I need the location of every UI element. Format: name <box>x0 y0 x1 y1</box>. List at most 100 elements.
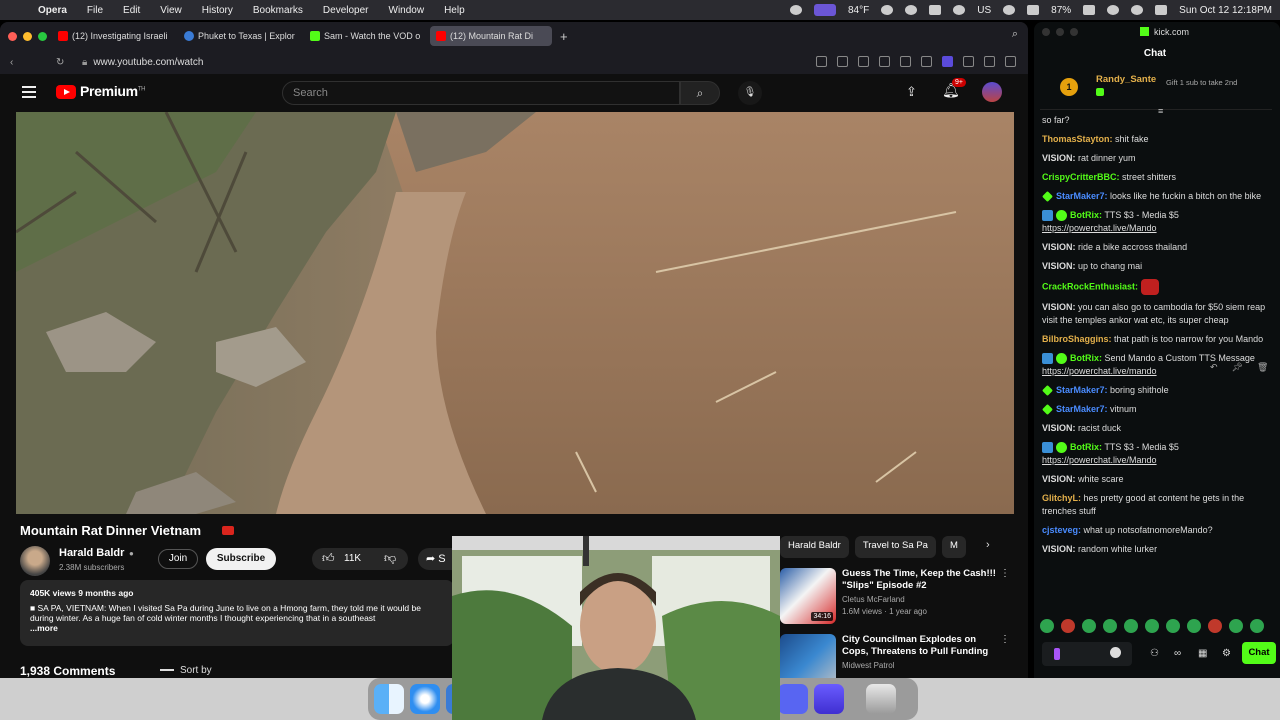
chip-channel[interactable]: Harald Baldr <box>780 536 849 558</box>
emote-icon[interactable] <box>1124 619 1138 633</box>
send-icon[interactable] <box>879 56 890 67</box>
chat-message[interactable]: VISION: random white lurker <box>1042 543 1272 556</box>
chat-message[interactable]: GlitchyL: hes pretty good at content he … <box>1042 492 1272 518</box>
mail-icon[interactable] <box>814 684 844 714</box>
chat-username[interactable]: BotRix: <box>1070 442 1102 452</box>
recommendation-channel[interactable]: Midwest Patrol <box>842 661 894 670</box>
youtube-brand[interactable]: PremiumTH <box>80 83 146 99</box>
trash-icon[interactable] <box>866 684 896 714</box>
minimize-window-button[interactable] <box>1056 28 1064 36</box>
chat-message[interactable]: ThomasStayton: shit fake <box>1042 133 1272 146</box>
chat-message[interactable]: VISION: racist duck <box>1042 422 1272 435</box>
finder-icon[interactable] <box>374 684 404 714</box>
chat-message-list[interactable]: so far? ThomasStayton: shit fake VISION: r… <box>1042 114 1272 562</box>
chat-message[interactable]: StarMaker7: vitnum <box>1042 403 1272 416</box>
delete-icon[interactable]: 🗑︎ <box>1257 362 1268 373</box>
thumbs-up-icon[interactable]: 👍︎ <box>322 551 335 566</box>
chip-more[interactable]: M <box>941 536 966 558</box>
chat-username[interactable]: StarMaker7: <box>1056 191 1108 201</box>
emote-icon[interactable] <box>1208 619 1222 633</box>
input-source[interactable]: US <box>977 5 991 16</box>
profile-icon[interactable] <box>984 56 995 67</box>
chat-username[interactable]: CrispyCritterBBC: <box>1042 172 1120 182</box>
tab-mountain-rat[interactable]: (12) Mountain Rat Di <box>430 26 552 46</box>
close-window-button[interactable] <box>8 31 17 41</box>
discord-icon[interactable] <box>778 684 808 714</box>
chat-username[interactable]: StarMaker7: <box>1056 404 1108 414</box>
gift-prompt[interactable]: Gift 1 sub to take 2nd <box>1166 78 1246 87</box>
emote-icon[interactable] <box>1166 619 1180 633</box>
tab-kick-vod[interactable]: Sam - Watch the VOD o <box>304 26 426 46</box>
screen-record-icon[interactable] <box>814 4 836 16</box>
emote-icon[interactable] <box>1061 619 1075 633</box>
control-icon[interactable] <box>790 5 802 15</box>
edit-icon[interactable] <box>816 56 827 67</box>
pin-icon[interactable]: 📌︎ <box>1232 362 1243 373</box>
chat-username[interactable]: BotRix: <box>1070 353 1102 363</box>
chat-username[interactable]: CrackRockEnthusiast: <box>1042 281 1138 291</box>
spotlight-search-icon[interactable] <box>1107 5 1120 15</box>
close-window-button[interactable] <box>1042 28 1050 36</box>
recommendation-title[interactable]: Guess The Time, Keep the Cash!!! "Slips"… <box>842 568 1002 592</box>
emote-icon[interactable] <box>1187 619 1201 633</box>
weather-status[interactable]: 84°F <box>848 5 869 16</box>
menu-history[interactable]: History <box>202 5 233 16</box>
tab-investigating[interactable]: (12) Investigating Israeli <box>52 26 174 46</box>
chat-username[interactable]: StarMaker7: <box>1056 385 1108 395</box>
show-more-link[interactable]: ...more <box>30 623 444 633</box>
download-icon[interactable] <box>921 56 932 67</box>
chat-message[interactable]: BotRix: TTS $3 - Media $5 https://powerch… <box>1042 209 1272 235</box>
channel-avatar[interactable] <box>20 546 50 576</box>
shield-icon[interactable] <box>858 56 869 67</box>
emote-icon[interactable] <box>1040 619 1054 633</box>
users-icon[interactable]: ⚇ <box>1150 648 1159 659</box>
emoji-icon[interactable] <box>1110 647 1121 658</box>
emote-icon[interactable] <box>1229 619 1243 633</box>
menu-icon[interactable] <box>963 56 974 67</box>
recommendation-title[interactable]: City Councilman Explodes on Cops, Threat… <box>842 634 1002 658</box>
chat-message[interactable]: so far? <box>1042 114 1272 127</box>
recommendation-channel[interactable]: Cletus McFarland <box>842 595 905 604</box>
menu-edit[interactable]: Edit <box>123 5 140 16</box>
chat-link[interactable]: https://powerchat.live/mando <box>1042 366 1157 376</box>
menu-view[interactable]: View <box>160 5 182 16</box>
menubar-clock[interactable]: Sun Oct 12 12:18PM <box>1179 5 1272 16</box>
chat-send-button[interactable]: Chat <box>1242 642 1276 664</box>
chat-username[interactable]: VISION: <box>1042 242 1076 252</box>
chat-message[interactable]: BilbroShaggins: that path is too narrow … <box>1042 333 1272 346</box>
calendar-icon[interactable]: ▦ <box>1198 648 1207 659</box>
menu-app-name[interactable]: Opera <box>38 5 67 16</box>
heart-icon[interactable] <box>900 56 911 67</box>
youtube-logo-icon[interactable] <box>56 85 76 99</box>
emote-icon[interactable] <box>1250 619 1264 633</box>
tab-phuket[interactable]: Phuket to Texas | Explor <box>178 26 300 46</box>
more-options-icon[interactable]: ⋮ <box>1000 634 1010 645</box>
gear-icon[interactable]: ⚙ <box>1222 648 1231 659</box>
pinned-username[interactable]: Randy_Sante <box>1096 74 1156 85</box>
emote-icon[interactable] <box>1082 619 1096 633</box>
search-icon[interactable]: ⌕ <box>680 81 720 105</box>
chat-username[interactable]: VISION: <box>1042 302 1076 312</box>
chat-message[interactable]: StarMaker7: looks like he fuckin a bitch… <box>1042 190 1272 203</box>
search-input[interactable]: Search <box>282 81 680 105</box>
chat-message[interactable]: VISION: you can also go to cambodia for … <box>1042 301 1272 327</box>
emote-icon[interactable] <box>1103 619 1117 633</box>
recommendation-thumbnail[interactable]: 34:16 <box>780 568 836 624</box>
zoom-window-button[interactable] <box>1070 28 1078 36</box>
sort-by-button[interactable]: Sort by <box>160 665 212 676</box>
settings-icon[interactable] <box>1005 56 1016 67</box>
chat-username[interactable]: VISION: <box>1042 153 1076 163</box>
emote-icon[interactable] <box>1145 619 1159 633</box>
chip-travel[interactable]: Travel to Sa Pa <box>854 536 936 558</box>
glasses-icon[interactable]: ∞ <box>1174 648 1181 659</box>
extension-icon[interactable] <box>942 56 953 67</box>
chat-message[interactable]: cjsteveg: what up notsofatnomoreMando? <box>1042 524 1272 537</box>
video-player[interactable] <box>16 112 1014 514</box>
pinned-gifter[interactable]: 1 Randy_Sante Gift 1 sub to take 2nd ≡ <box>1040 70 1272 116</box>
chat-input[interactable] <box>1042 642 1132 666</box>
chat-message[interactable]: VISION: ride a bike accross thailand <box>1042 241 1272 254</box>
chat-message[interactable]: StarMaker7: boring shithole <box>1042 384 1272 397</box>
focus-icon[interactable] <box>953 5 966 15</box>
menu-window[interactable]: Window <box>389 5 425 16</box>
thumbs-down-icon[interactable]: 👎︎ <box>384 551 396 566</box>
